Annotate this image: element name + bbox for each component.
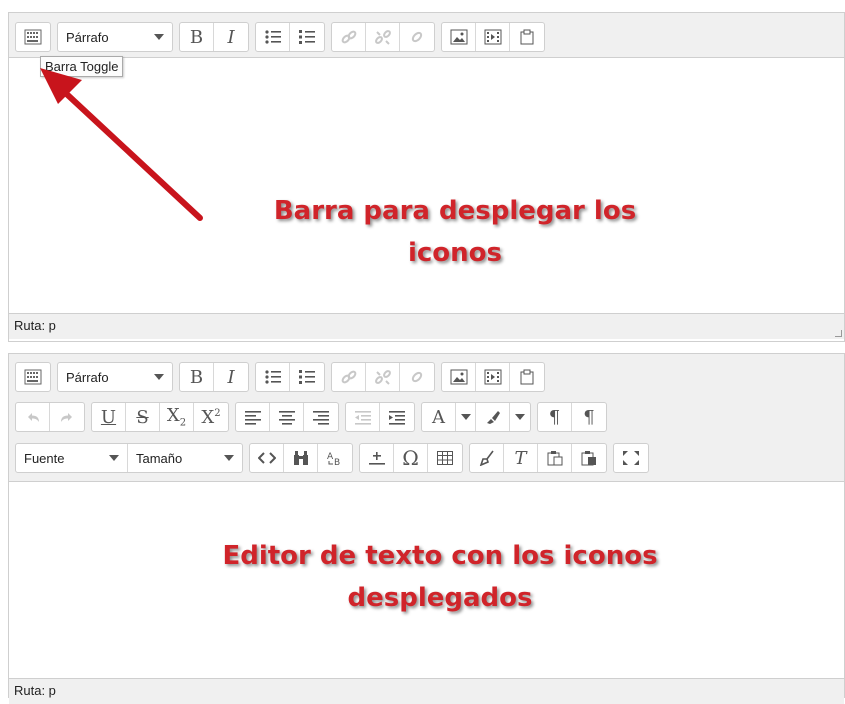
annotation-top-line1: Barra para desplegar los bbox=[273, 196, 637, 226]
annotation-bottom-line1: Editor de texto con los iconos bbox=[222, 541, 658, 571]
annotation-bottom-line2: desplegados bbox=[347, 583, 533, 613]
annotation-top-line2: iconos bbox=[407, 238, 503, 268]
annotation-top: Barra para desplegar los iconos bbox=[220, 190, 690, 274]
arrow-shaft bbox=[55, 83, 203, 221]
annotation-bottom: Editor de texto con los iconos desplegad… bbox=[170, 535, 710, 619]
